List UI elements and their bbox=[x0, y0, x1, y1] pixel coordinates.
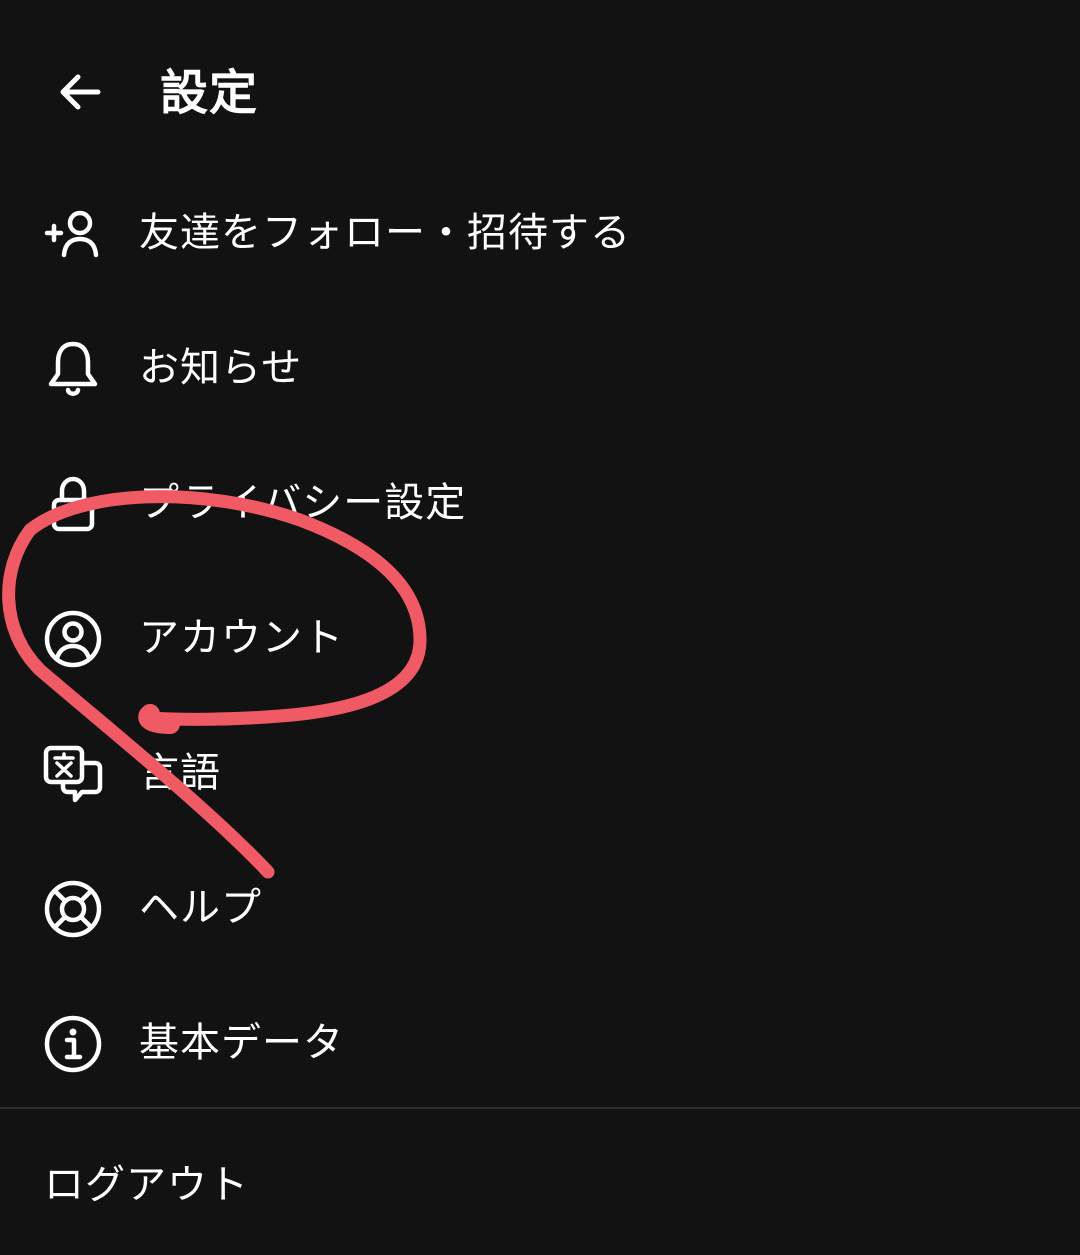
menu-item-label: プライバシー設定 bbox=[139, 480, 467, 526]
arrow-left-icon bbox=[60, 74, 101, 110]
menu-item-basic-data[interactable]: 基本データ bbox=[0, 976, 1080, 1111]
info-icon bbox=[42, 1013, 104, 1075]
menu-item-label: 言語 bbox=[139, 750, 221, 796]
lifebuoy-icon bbox=[42, 878, 104, 940]
menu-item-notifications[interactable]: お知らせ bbox=[0, 301, 1080, 436]
menu-item-label: ヘルプ bbox=[139, 885, 262, 931]
menu-item-label: お知らせ bbox=[139, 345, 303, 391]
account-circle-icon bbox=[42, 608, 104, 670]
menu-item-language[interactable]: 言語 bbox=[0, 706, 1080, 841]
divider bbox=[0, 1107, 1080, 1109]
menu-item-invite-friends[interactable]: 友達をフォロー・招待する bbox=[0, 166, 1080, 301]
menu-item-privacy[interactable]: プライバシー設定 bbox=[0, 436, 1080, 571]
menu-item-label: 基本データ bbox=[139, 1020, 344, 1066]
logout-button[interactable]: ログアウト bbox=[44, 1150, 249, 1220]
translate-icon bbox=[42, 743, 104, 805]
settings-menu: 友達をフォロー・招待する お知らせ プライバシー設定 アカウント 言語 ヘルプ … bbox=[0, 166, 1080, 1111]
menu-item-label: アカウント bbox=[139, 615, 344, 661]
menu-item-account[interactable]: アカウント bbox=[0, 571, 1080, 706]
menu-item-help[interactable]: ヘルプ bbox=[0, 841, 1080, 976]
add-user-icon bbox=[42, 203, 104, 265]
back-button[interactable] bbox=[50, 62, 110, 122]
header: 設定 bbox=[0, 0, 1080, 180]
lock-icon bbox=[42, 473, 104, 535]
bell-icon bbox=[42, 338, 104, 400]
menu-item-label: 友達をフォロー・招待する bbox=[139, 210, 631, 256]
page-title: 設定 bbox=[160, 65, 259, 121]
